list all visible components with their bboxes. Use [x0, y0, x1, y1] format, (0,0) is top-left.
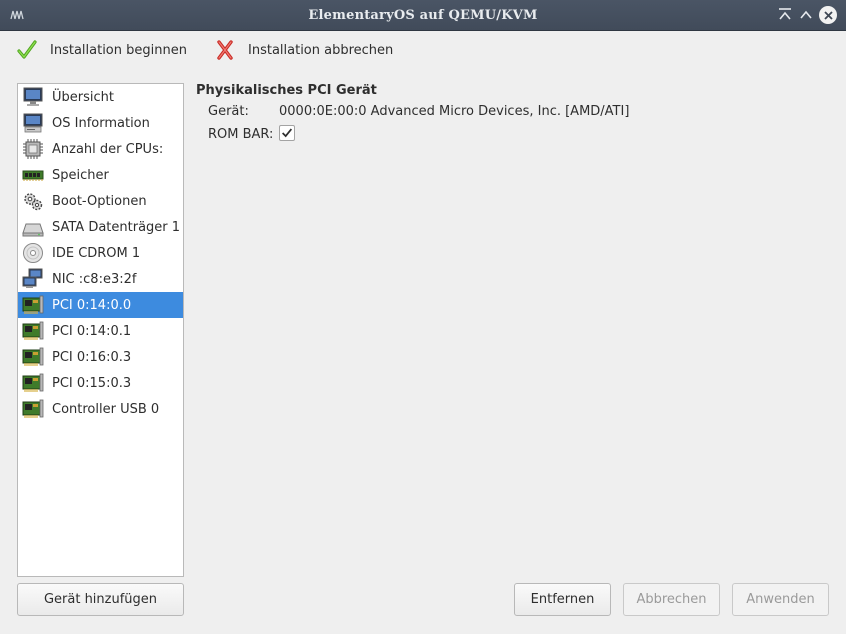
list-item-label: PCI 0:16:0.3 — [52, 349, 132, 365]
list-item-pci-0-16-0-3[interactable]: PCI 0:16:0.3 — [18, 344, 183, 370]
list-item-label: Controller USB 0 — [52, 401, 160, 417]
computer-icon — [23, 113, 43, 133]
list-item-label: NIC :c8:e3:2f — [52, 271, 137, 287]
list-item-memory[interactable]: Speicher — [18, 162, 183, 188]
list-item-label: SATA Datenträger 1 — [52, 219, 181, 235]
checkmark-icon — [282, 128, 293, 138]
abort-button[interactable]: Abbrechen — [623, 583, 720, 616]
list-item-label: Anzahl der CPUs: — [52, 141, 164, 157]
rom-bar-label: ROM BAR: — [208, 127, 274, 142]
gears-icon — [24, 193, 43, 211]
list-item-label: IDE CDROM 1 — [52, 245, 141, 261]
add-device-button[interactable]: Gerät hinzufügen — [17, 583, 184, 616]
cdrom-icon — [23, 243, 43, 263]
list-item-os-information[interactable]: OS Information — [18, 110, 183, 136]
list-item-label: PCI 0:15:0.3 — [52, 375, 132, 391]
list-item-pci-0-14-0-0[interactable]: PCI 0:14:0.0 — [18, 292, 183, 318]
pci-card-icon — [22, 399, 44, 418]
cpu-icon — [23, 139, 43, 159]
pci-card-icon — [22, 295, 44, 314]
dialog-window: ElementaryOS auf QEMU/KVM Installation b… — [0, 0, 846, 634]
list-item-label: PCI 0:14:0.0 — [52, 297, 132, 313]
list-item-boot-options[interactable]: Boot-Optionen — [18, 188, 183, 214]
minimize-icon[interactable] — [776, 6, 794, 24]
remove-button[interactable]: Entfernen — [514, 583, 611, 616]
list-item-label: Boot-Optionen — [52, 193, 147, 209]
begin-installation-button[interactable]: Installation beginnen — [16, 39, 187, 61]
cancel-installation-button[interactable]: Installation abbrechen — [214, 39, 393, 61]
list-item-nic[interactable]: NIC :c8:e3:2f — [18, 266, 183, 292]
device-label: Gerät: — [208, 104, 249, 119]
window-title: ElementaryOS auf QEMU/KVM — [308, 8, 538, 23]
list-item-usb-controller[interactable]: Controller USB 0 — [18, 396, 183, 422]
rom-bar-checkbox[interactable] — [279, 125, 295, 141]
cancel-x-icon — [217, 40, 233, 60]
cancel-installation-label: Installation abbrechen — [248, 42, 394, 58]
pci-card-icon — [22, 321, 44, 340]
close-icon — [824, 11, 833, 20]
list-item-pci-0-14-0-1[interactable]: PCI 0:14:0.1 — [18, 318, 183, 344]
list-item-pci-0-15-0-3[interactable]: PCI 0:15:0.3 — [18, 370, 183, 396]
list-item-sata-disk[interactable]: SATA Datenträger 1 — [18, 214, 183, 240]
close-button[interactable] — [819, 6, 837, 24]
network-icon — [22, 268, 43, 288]
list-item-overview[interactable]: Übersicht — [18, 84, 183, 110]
pci-card-icon — [22, 373, 44, 392]
list-item-label: PCI 0:14:0.1 — [52, 323, 132, 339]
maximize-icon[interactable] — [797, 6, 815, 24]
hardware-list: Übersicht OS Information Anzahl der CPUs… — [18, 84, 183, 422]
toolbar: Installation beginnen Installation abbre… — [0, 31, 846, 69]
apply-button[interactable]: Anwenden — [732, 583, 829, 616]
list-item-ide-cdrom[interactable]: IDE CDROM 1 — [18, 240, 183, 266]
list-item-label: Speicher — [52, 167, 109, 183]
checkmark-icon — [17, 40, 37, 59]
list-item-cpus[interactable]: Anzahl der CPUs: — [18, 136, 183, 162]
section-title: Physikalisches PCI Gerät — [196, 83, 377, 98]
pci-card-icon — [22, 347, 44, 366]
harddisk-icon — [22, 223, 44, 237]
list-item-label: OS Information — [52, 115, 150, 131]
title-bar[interactable]: ElementaryOS auf QEMU/KVM — [0, 0, 846, 31]
device-value: 0000:0E:00:0 Advanced Micro Devices, Inc… — [279, 104, 630, 119]
hardware-list-panel: Übersicht OS Information Anzahl der CPUs… — [17, 83, 184, 577]
list-item-label: Übersicht — [52, 89, 114, 105]
begin-installation-label: Installation beginnen — [50, 42, 187, 58]
monitor-icon — [23, 87, 43, 106]
memory-icon — [22, 170, 44, 181]
